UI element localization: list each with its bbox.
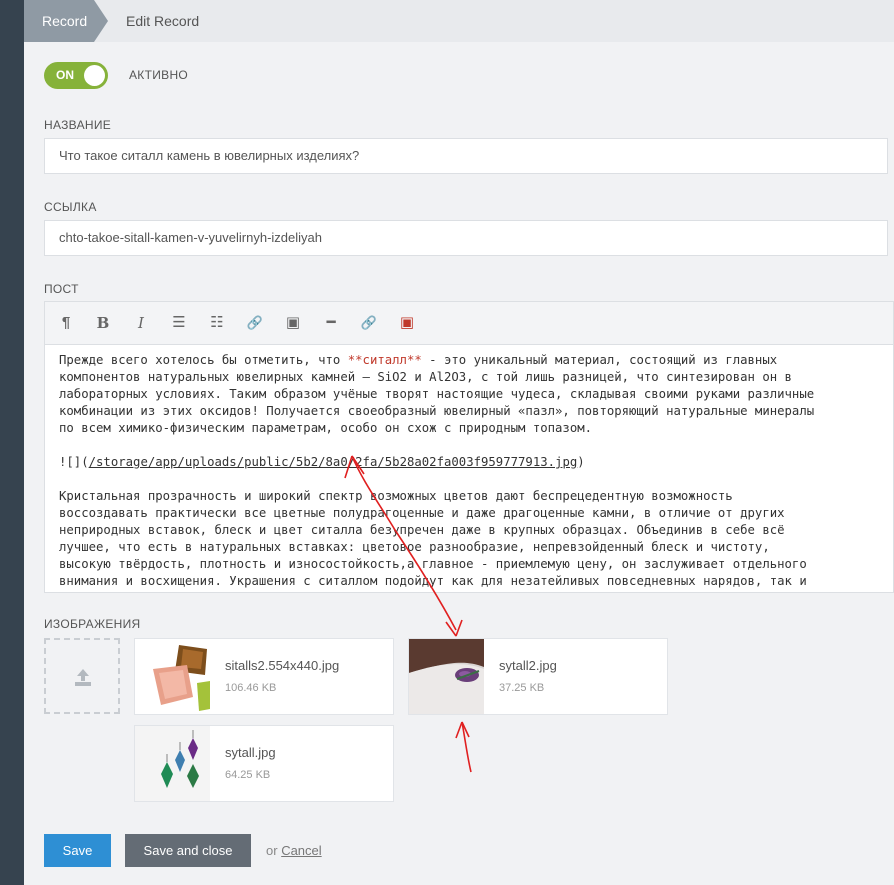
toggle-knob [84, 65, 105, 86]
image-file-name: sytall.jpg [225, 745, 276, 760]
bold-icon[interactable]: B [88, 302, 118, 344]
image-thumbnail [409, 639, 484, 714]
image-card[interactable]: sytall.jpg 64.25 KB [134, 725, 394, 802]
image-file-size: 37.25 KB [499, 682, 545, 694]
editor-line: Прежде всего хотелось бы отметить, что *… [59, 353, 778, 367]
cancel-group: or Cancel [266, 834, 322, 867]
cancel-link[interactable]: Cancel [281, 843, 321, 858]
italic-icon[interactable]: I [126, 302, 156, 344]
image-path-link[interactable]: /storage/app/uploads/public/5b2/8a0/2fa/… [89, 455, 578, 469]
link-icon[interactable]: 🔗 [240, 302, 270, 344]
upload-icon [72, 666, 94, 688]
paragraph-icon[interactable]: ¶ [51, 302, 81, 344]
breadcrumb-record[interactable]: Record [24, 0, 94, 42]
editor-line: по всем химико-физическим параметрам, ос… [59, 421, 593, 435]
title-label: НАЗВАНИЕ [44, 118, 112, 132]
ordered-list-icon[interactable]: ☷ [202, 302, 232, 344]
or-text: or [266, 843, 278, 858]
editor-line: лабораторных условиях. Таким образом учё… [59, 387, 815, 401]
images-label: ИЗОБРАЖЕНИЯ [44, 617, 141, 631]
editor-line: комбинации из этих оксидов! Получается с… [59, 404, 815, 418]
image-file-name: sitalls2.554x440.jpg [225, 658, 340, 673]
image-card[interactable]: sitalls2.554x440.jpg 106.46 KB [134, 638, 394, 715]
active-label: АКТИВНО [129, 68, 189, 82]
save-button[interactable]: Save [44, 834, 111, 867]
media-image-icon[interactable]: ▣ [392, 302, 422, 344]
editor-line: высокую твёрдость, плотность и износосто… [59, 557, 807, 571]
editor-line: Кристальная прозрачность и широкий спект… [59, 489, 733, 503]
annotation-arrow-head [455, 721, 470, 739]
image-card[interactable]: sytall2.jpg 37.25 KB [408, 638, 668, 715]
post-label: ПОСТ [44, 282, 79, 296]
save-and-close-button[interactable]: Save and close [125, 834, 251, 867]
unordered-list-icon[interactable]: ☰ [164, 302, 194, 344]
editor-line: лучшее, что есть в натуральных вставках:… [59, 540, 770, 554]
title-input[interactable]: Что такое ситалл камень в ювелирных изде… [44, 138, 888, 174]
markdown-editor[interactable]: ¶ B I ☰ ☷ 🔗 ▣ ━ 🔗 ▣ Прежде всего хотелос… [44, 301, 894, 593]
annotation-arrow-head [445, 619, 463, 637]
image-thumbnail [135, 726, 210, 801]
image-markup-line: ![](/storage/app/uploads/public/5b2/8a0/… [59, 455, 585, 469]
horizontal-rule-icon[interactable]: ━ [316, 302, 346, 344]
editor-toolbar: ¶ B I ☰ ☷ 🔗 ▣ ━ 🔗 ▣ [45, 302, 893, 345]
annotation-arrow-line [461, 721, 472, 773]
bold-markup: **ситалл** [347, 353, 422, 367]
editor-content[interactable]: Прежде всего хотелось бы отметить, что *… [59, 352, 887, 590]
editor-line: воссоздавать практически все цветные пол… [59, 506, 785, 520]
breadcrumb-edit-record: Edit Record [126, 13, 200, 29]
image-icon[interactable]: ▣ [278, 302, 308, 344]
image-thumbnail [135, 639, 210, 714]
editor-line: компонентов натуральных ювелирных камней… [59, 370, 792, 384]
image-file-name: sytall2.jpg [499, 658, 557, 673]
image-file-size: 106.46 KB [225, 682, 277, 694]
active-toggle[interactable]: ON [44, 62, 108, 89]
upload-dropzone[interactable] [44, 638, 120, 714]
app-sidebar [0, 0, 24, 885]
slug-label: ССЫЛКА [44, 200, 97, 214]
toggle-state: ON [56, 68, 74, 82]
breadcrumb: Record Edit Record [24, 0, 894, 42]
image-file-size: 64.25 KB [225, 769, 271, 781]
slug-input[interactable]: chto-takoe-sitall-kamen-v-yuvelirnyh-izd… [44, 220, 888, 256]
editor-line: неприродных вставок, блеск и цвет ситалл… [59, 523, 785, 537]
media-link-icon[interactable]: 🔗 [354, 302, 384, 344]
breadcrumb-arrow [94, 0, 108, 42]
editor-line: внимания и восхищения. Украшения с ситал… [59, 574, 807, 588]
